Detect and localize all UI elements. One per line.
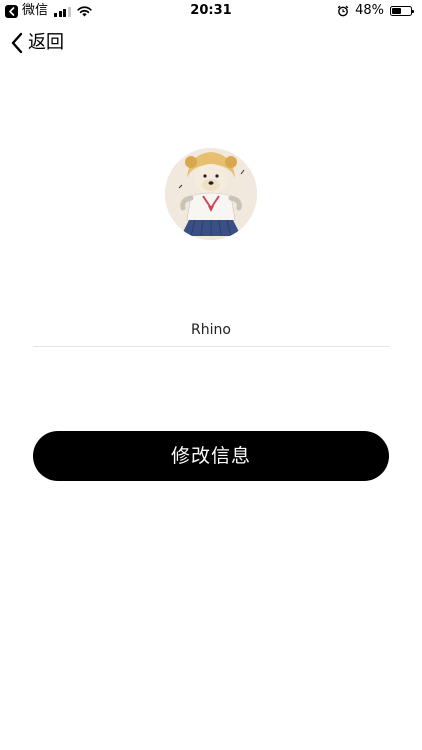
username-input[interactable]: Rhino [33, 315, 389, 347]
edit-info-button[interactable]: 修改信息 [33, 431, 389, 481]
avatar-image [165, 148, 257, 240]
alarm-clock-icon [337, 5, 349, 17]
status-bar: 微信 20:31 48% [0, 0, 422, 22]
battery-fill [392, 8, 401, 14]
avatar[interactable] [165, 148, 257, 240]
back-label[interactable]: 返回 [28, 30, 64, 56]
status-bar-right: 48% [337, 3, 414, 19]
chevron-left-icon [11, 32, 23, 54]
battery-icon [390, 6, 414, 16]
battery-percent: 48% [355, 3, 384, 18]
back-button[interactable]: 返回 [10, 30, 64, 56]
